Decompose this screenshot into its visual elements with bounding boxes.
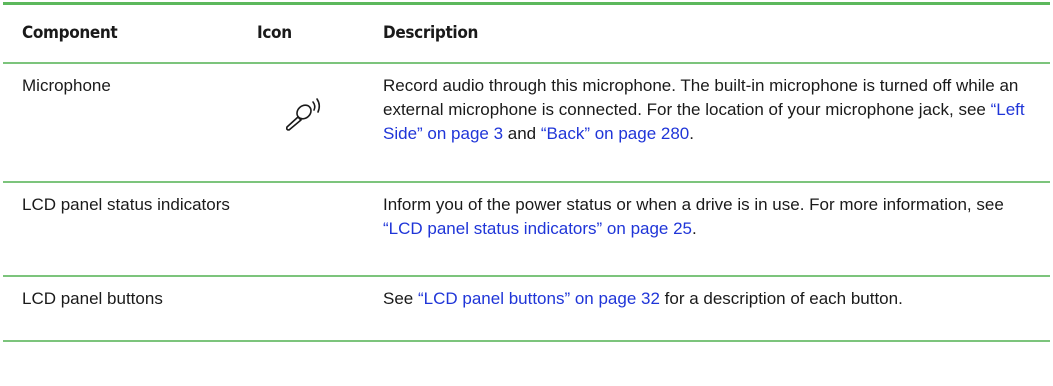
link-lcd-buttons[interactable]: “LCD panel buttons” on page 32 <box>418 289 660 308</box>
table-row-lcd-buttons: LCD panel buttons See “LCD panel buttons… <box>3 277 1050 342</box>
header-icon: Icon <box>257 23 292 43</box>
description-cell: Record audio through this microphone. Th… <box>383 74 1038 146</box>
description-cell: Inform you of the power status or when a… <box>383 193 1038 241</box>
desc-text: for a description of each button. <box>659 289 903 308</box>
component-cell: LCD panel buttons <box>22 289 163 308</box>
desc-text: Inform you of the power status or when a… <box>383 195 1004 214</box>
component-table: Component Icon Description Microphone Re… <box>3 2 1050 342</box>
header-description: Description <box>383 23 479 43</box>
desc-text: . <box>689 124 694 143</box>
link-lcd-status-indicators[interactable]: “LCD panel status indicators” on page 25 <box>383 219 692 238</box>
desc-text: and <box>503 124 541 143</box>
table-header-row: Component Icon Description <box>3 5 1050 62</box>
desc-text: Record audio through this microphone. Th… <box>383 76 1019 119</box>
desc-text: . <box>692 219 697 238</box>
table-row-microphone: Microphone Record audio through this mic… <box>3 64 1050 183</box>
microphone-icon <box>283 94 331 134</box>
component-cell: LCD panel status indicators <box>22 195 230 214</box>
description-cell: See “LCD panel buttons” on page 32 for a… <box>383 287 1038 311</box>
table-row-lcd-status: LCD panel status indicators Inform you o… <box>3 183 1050 277</box>
header-component: Component <box>22 23 118 43</box>
desc-text: See <box>383 289 418 308</box>
link-back[interactable]: “Back” on page 280 <box>541 124 689 143</box>
component-cell: Microphone <box>22 76 111 95</box>
